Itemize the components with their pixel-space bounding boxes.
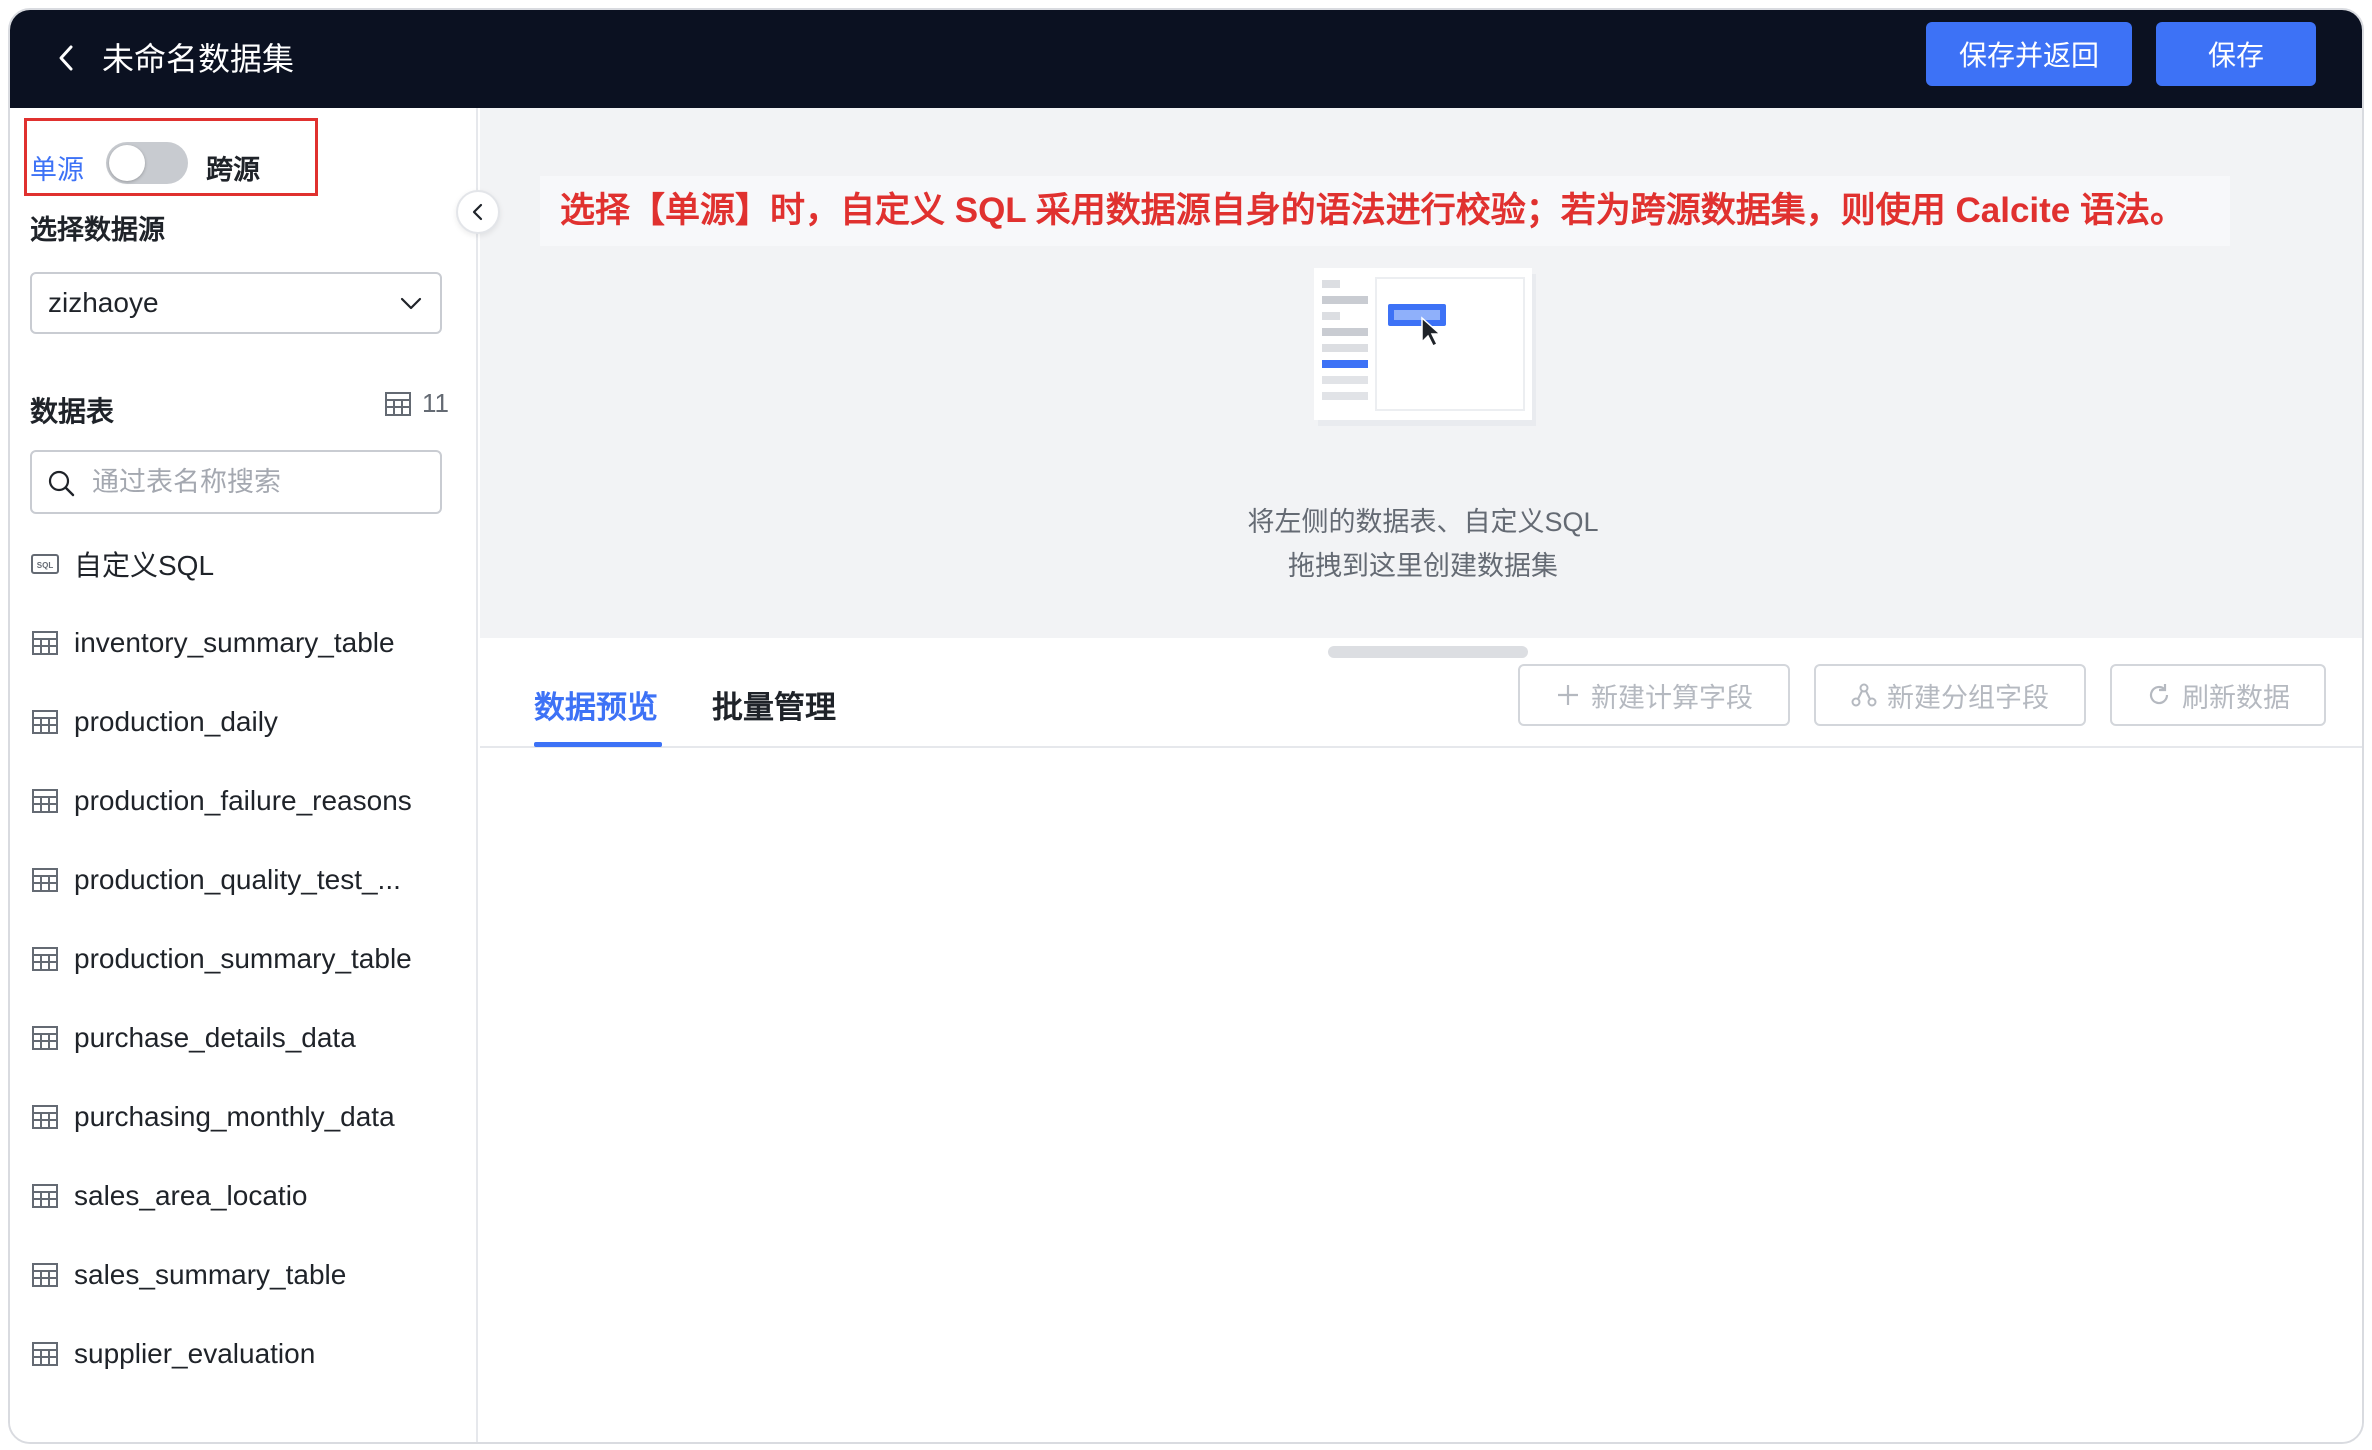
resize-handle[interactable] [1328,646,1528,658]
table-icon [30,865,60,895]
table-list-item[interactable]: sales_area_locatio [30,1170,460,1222]
search-input[interactable] [92,460,432,504]
table-list-item-label: production_quality_test_... [74,864,401,895]
datasource-select[interactable]: zizhaoye [30,272,442,334]
table-list-item-label: 自定义SQL [74,550,215,581]
table-icon [30,944,60,974]
save-button[interactable]: 保存 [2156,22,2316,86]
mode-cross-label[interactable]: 跨源 [206,148,260,187]
table-list-item[interactable]: SQL 自定义SQL [30,538,460,590]
table-list-item-label: sales_summary_table [74,1259,347,1290]
table-icon [30,707,60,737]
tab-batch-manage[interactable]: 批量管理 [712,682,836,727]
new-group-field-button[interactable]: 新建分组字段 [1814,664,2086,726]
datasource-label: 选择数据源 [30,215,165,245]
drag-illustration-icon [1314,268,1536,426]
table-list-item[interactable]: purchase_details_data [30,1012,460,1064]
table-icon [30,1339,60,1369]
toggle-knob [109,145,145,181]
back-button[interactable] [44,36,88,80]
chevron-left-icon [59,45,73,71]
table-list-item-label: production_summary_table [74,943,412,974]
table-icon [30,786,60,816]
group-icon [1851,683,1877,707]
new-calc-field-label: 新建计算字段 [1591,682,1753,713]
new-calc-field-button[interactable]: 新建计算字段 [1518,664,1790,726]
mode-single-label[interactable]: 单源 [30,148,84,187]
page-title: 未命名数据集 [102,41,295,77]
table-list-item-label: inventory_summary_table [74,627,395,658]
active-tab-indicator [534,742,662,747]
chevron-down-icon [400,297,422,310]
table-list-item-label: production_failure_reasons [74,785,412,816]
sidebar: 单源 跨源 选择数据源 zizhaoye 数据表 11 通过表名称搜索 SQL … [10,108,478,1442]
app-window: 未命名数据集 保存并返回 保存 单源 跨源 选择数据源 zizhaoye 数据表 [8,8,2364,1444]
tables-count: 11 [384,388,449,419]
table-list-item-label: purchase_details_data [74,1022,356,1053]
dataset-canvas[interactable]: 选择【单源】时，自定义 SQL 采用数据源自身的语法进行校验；若为跨源数据集，则… [480,108,2362,638]
table-icon [30,1181,60,1211]
top-header: 未命名数据集 保存并返回 保存 [10,10,2362,108]
plus-icon [1558,685,1578,705]
table-list-item-label: production_daily [74,706,278,737]
tables-section-label: 数据表 [30,396,115,427]
table-icon [385,391,411,416]
annotation-banner: 选择【单源】时，自定义 SQL 采用数据源自身的语法进行校验；若为跨源数据集，则… [540,176,2230,246]
svg-text:SQL: SQL [37,561,54,570]
refresh-data-button[interactable]: 刷新数据 [2110,664,2326,726]
table-list-item-label: sales_area_locatio [74,1180,308,1211]
table-icon [30,1260,60,1290]
collapse-sidebar-button[interactable] [456,190,500,234]
datasource-value: zizhaoye [48,287,159,318]
table-list-item[interactable]: purchasing_monthly_data [30,1091,460,1143]
new-group-field-label: 新建分组字段 [1887,682,2049,713]
tables-count-value: 11 [422,388,449,418]
table-list-item[interactable]: production_quality_test_... [30,854,460,906]
tab-data-preview[interactable]: 数据预览 [534,682,658,727]
table-list-item[interactable]: production_summary_table [30,933,460,985]
table-list-item[interactable]: production_daily [30,696,460,748]
chevron-left-icon [472,203,483,221]
save-and-return-button[interactable]: 保存并返回 [1926,22,2132,86]
sql-icon: SQL [30,549,60,579]
table-list-item-label: supplier_evaluation [74,1338,316,1369]
table-list-item[interactable]: supplier_evaluation [30,1328,460,1380]
preview-area [480,748,2362,1442]
table-list-item[interactable]: production_failure_reasons [30,775,460,827]
table-search[interactable] [30,450,442,514]
empty-hint-line2: 拖拽到这里创建数据集 [1288,551,1558,581]
table-list-item[interactable]: inventory_summary_table [30,617,460,669]
table-list-item[interactable]: sales_summary_table [30,1249,460,1301]
source-mode-toggle[interactable] [106,142,188,184]
search-icon [48,470,75,497]
table-icon [30,1102,60,1132]
table-list-item-label: purchasing_monthly_data [74,1101,395,1132]
refresh-icon [2149,684,2169,705]
empty-hint-line1: 将左侧的数据表、自定义SQL [1247,507,1599,537]
table-icon [30,628,60,658]
refresh-data-label: 刷新数据 [2182,682,2290,713]
table-icon [30,1023,60,1053]
